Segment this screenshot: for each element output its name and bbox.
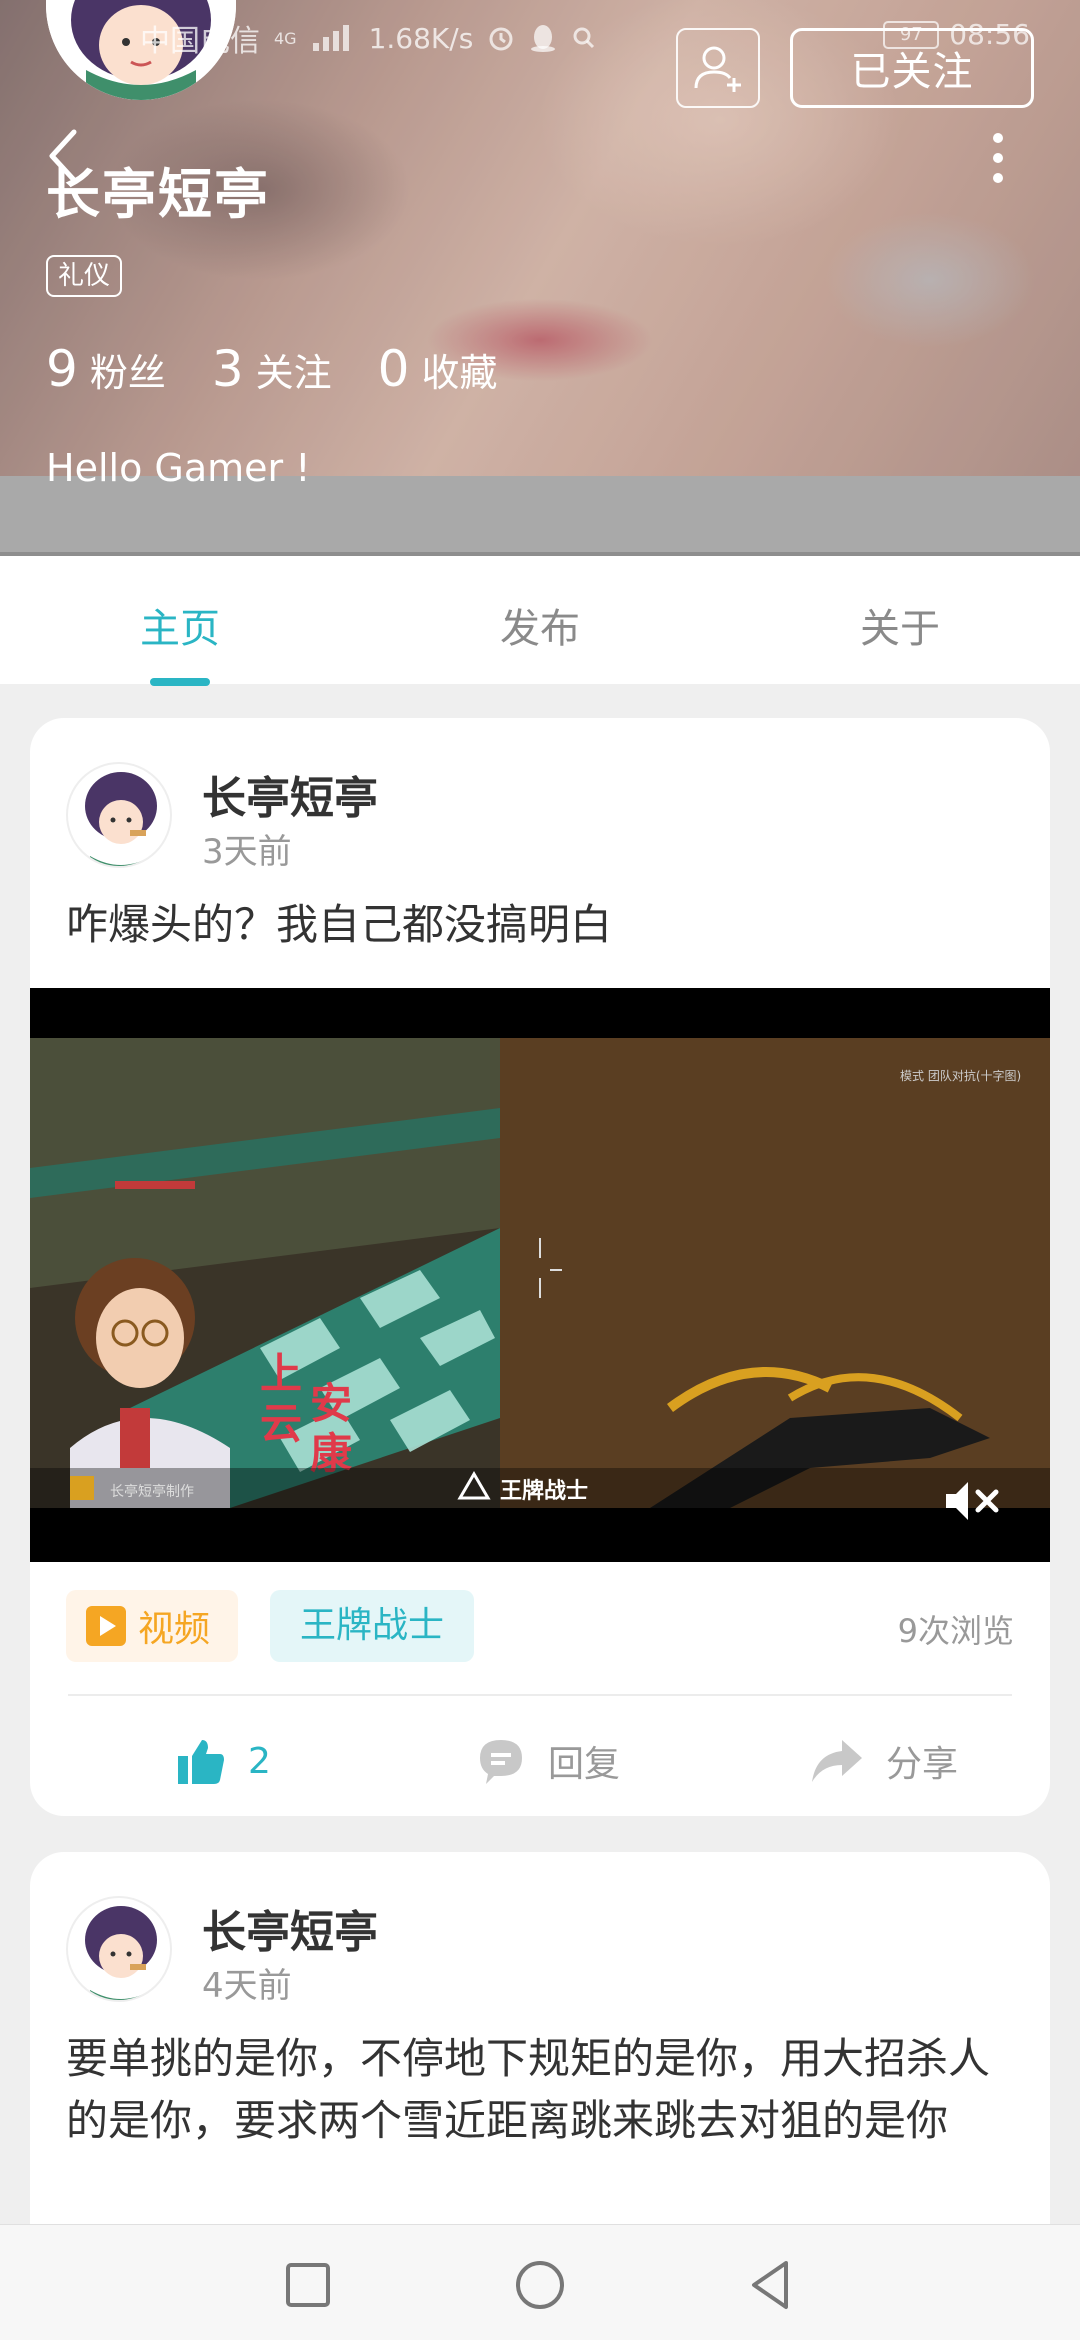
tab-posts[interactable]: 发布	[440, 596, 640, 654]
reply-button[interactable]: 回复	[476, 1726, 620, 1796]
post-actions: 2 回复 分享	[30, 1726, 1050, 1796]
post-text[interactable]: 咋爆头的？我自己都没搞明白	[66, 894, 1026, 956]
game-tag[interactable]: 王牌战士	[270, 1590, 475, 1662]
profile-tabs: 主页 发布 关于	[0, 556, 1080, 686]
stat-label: 关注	[255, 351, 332, 395]
svg-text:长亭短亭制作: 长亭短亭制作	[110, 1483, 194, 1500]
status-bar: 中国电信 4G 1.68K/s	[140, 18, 597, 59]
network-type: 4G	[274, 28, 297, 48]
follow-button[interactable]: 已关注	[790, 28, 1034, 108]
network-speed: 1.68K/s	[368, 21, 474, 55]
carrier-label: 中国电信	[140, 24, 260, 59]
tab-about[interactable]: 关于	[800, 596, 1000, 654]
comment-icon	[480, 1740, 522, 1784]
profile-stats: 9 粉丝 3 关注 0 收藏	[46, 340, 497, 398]
thumbs-up-icon	[178, 1740, 224, 1784]
profile-badge: 礼仪	[46, 255, 123, 297]
stat-number: 9	[46, 340, 78, 398]
more-vertical-icon[interactable]	[986, 128, 1010, 188]
signal-icon	[312, 25, 349, 51]
tab-indicator	[150, 678, 210, 686]
stat-following[interactable]: 3 关注	[212, 340, 332, 398]
post-text[interactable]: 要单挑的是你，不停地下规矩的是你，用大招杀人的是你，要求两个雪近距离跳来跳去对狙…	[66, 2028, 1026, 2152]
add-user-icon	[694, 46, 741, 92]
post-time: 4天前	[202, 1966, 292, 2006]
post-author[interactable]: 长亭短亭	[202, 1896, 378, 1960]
profile-name: 长亭短亭	[46, 163, 270, 226]
add-friend-button[interactable]	[676, 28, 760, 108]
share-button[interactable]: 分享	[810, 1726, 958, 1796]
svg-text:安: 安	[310, 1379, 352, 1428]
divider	[68, 1694, 1012, 1696]
svg-text:云: 云	[260, 1399, 302, 1448]
video-tag[interactable]: 视频	[66, 1590, 239, 1662]
stat-followers[interactable]: 9 粉丝	[46, 340, 166, 398]
video-player[interactable]: 上 云 安 康 模式 团队对抗(十字图) 长亭短亭制作 王牌战士	[30, 988, 1050, 1562]
video-frame: 上 云 安 康 模式 团队对抗(十字图) 长亭短亭制作 王牌战士	[30, 988, 1050, 1562]
post-card[interactable]: 长亭短亭 3天前 咋爆头的？我自己都没搞明白 上 云 安 康 模式 团队对抗(十…	[30, 718, 1050, 1816]
share-label: 分享	[886, 1744, 959, 1785]
stat-label: 收藏	[421, 351, 498, 395]
post-time: 3天前	[202, 832, 292, 872]
stat-label: 粉丝	[89, 351, 166, 395]
profile-header: 中国电信 4G 1.68K/s 97 08:56 已关注 长亭短亭 礼仪 9 粉…	[0, 0, 1080, 556]
home-icon[interactable]	[510, 2255, 570, 2315]
search-icon	[573, 27, 595, 49]
profile-bio: Hello Gamer !	[46, 446, 311, 490]
alarm-icon	[489, 27, 513, 51]
play-icon	[86, 1606, 126, 1646]
back-nav-icon[interactable]	[742, 2255, 802, 2315]
view-count: 9次浏览	[897, 1612, 1014, 1650]
like-count: 2	[248, 1740, 271, 1782]
tab-home[interactable]: 主页	[80, 596, 280, 654]
stat-number: 0	[377, 340, 410, 398]
system-nav-bar	[0, 2224, 1080, 2340]
svg-text:模式 团队对抗(十字图): 模式 团队对抗(十字图)	[900, 1068, 1021, 1083]
stat-number: 3	[211, 340, 244, 398]
volume-mute-icon[interactable]	[942, 1476, 1002, 1526]
share-arrow-icon	[812, 1740, 862, 1782]
reply-label: 回复	[548, 1744, 621, 1785]
stat-favorites[interactable]: 0 收藏	[378, 340, 498, 398]
like-button[interactable]: 2	[176, 1726, 271, 1796]
video-tag-label: 视频	[138, 1609, 211, 1650]
post-author[interactable]: 长亭短亭	[202, 762, 378, 826]
qq-icon	[531, 25, 556, 52]
svg-text:上: 上	[260, 1349, 302, 1398]
avatar[interactable]	[66, 1896, 172, 2002]
avatar[interactable]	[66, 762, 172, 868]
recent-apps-icon[interactable]	[278, 2255, 338, 2315]
svg-text:王牌战士: 王牌战士	[500, 1478, 588, 1504]
